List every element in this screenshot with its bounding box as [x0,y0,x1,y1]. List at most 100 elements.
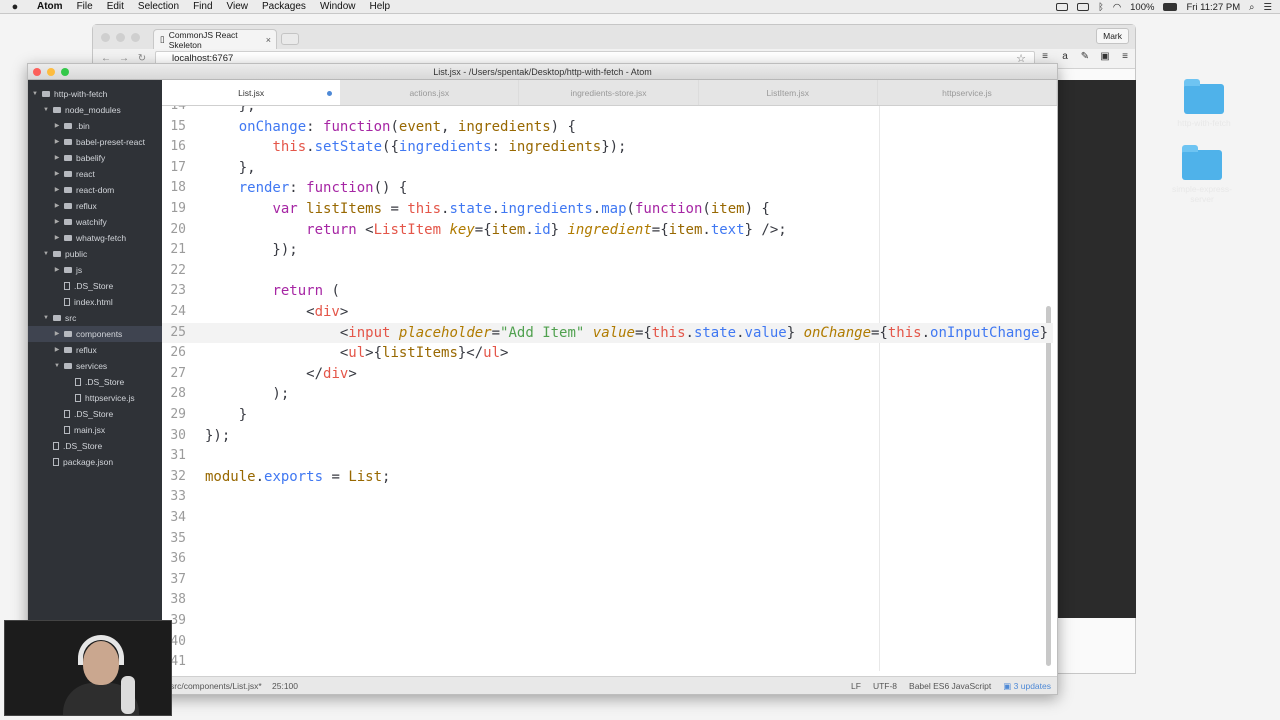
tree-item[interactable]: ▶ whatwg-fetch [28,230,162,246]
chevron-right-icon[interactable]: ▶ [54,230,60,246]
menu-find[interactable]: Find [186,1,219,12]
notification-center-icon[interactable]: ☰ [1263,2,1272,13]
chevron-right-icon[interactable]: ▶ [54,150,60,166]
wifi-icon[interactable]: ◠ [1113,2,1121,13]
menu-edit[interactable]: Edit [100,1,131,12]
buffer-extension-icon[interactable]: ≡ [1039,51,1051,63]
tree-item[interactable]: ▶ watchify [28,214,162,230]
apple-menu-icon[interactable]: ● [0,1,30,13]
tree-item[interactable]: index.html [28,294,162,310]
project-tree-view: ▼ http-with-fetch ▼ node_modules ▶ .bin ▶ babel… [28,80,162,680]
tree-item[interactable]: ▶ js [28,262,162,278]
minimize-window-icon[interactable] [47,68,55,76]
code-text: <ul>{listItems}</ul> [205,343,509,364]
bluetooth-icon[interactable]: ᛒ [1098,2,1104,13]
tree-item[interactable]: ▶ .bin [28,118,162,134]
clock[interactable]: Fri 11:27 PM [1186,2,1240,13]
chevron-right-icon[interactable]: ▶ [54,262,60,278]
tree-item[interactable]: ▶ react-dom [28,182,162,198]
new-tab-button[interactable] [281,33,299,45]
tree-item[interactable]: ▶ components [28,326,162,342]
tree-item[interactable]: ▼ public [28,246,162,262]
menu-file[interactable]: File [70,1,100,12]
status-cursor-position[interactable]: 25:100 [272,677,298,695]
zoom-window-icon[interactable] [131,33,140,42]
chevron-right-icon[interactable]: ▶ [54,342,60,358]
chevron-down-icon[interactable]: ▼ [43,310,49,326]
chevron-right-icon[interactable]: ▶ [54,182,60,198]
tree-item-label: index.html [74,297,113,307]
code-token: return [272,283,324,300]
close-window-icon[interactable] [33,68,41,76]
profile-button[interactable]: Mark [1096,28,1129,44]
code-token: >{ [365,345,383,362]
tree-item[interactable]: ▼ services [28,358,162,374]
code-token: }, [205,106,256,114]
tree-item[interactable]: ▶ babelify [28,150,162,166]
tree-item[interactable]: ▶ babel-preset-react [28,134,162,150]
ar-extension-icon[interactable]: ▣ [1099,51,1111,63]
status-line-ending[interactable]: LF [851,677,861,695]
chevron-right-icon[interactable]: ▶ [54,166,60,182]
tab-close-icon[interactable]: × [266,35,276,45]
chevron-right-icon[interactable]: ▶ [54,198,60,214]
code-token: item [710,201,745,217]
zoom-window-icon[interactable] [61,68,69,76]
menu-view[interactable]: View [220,1,256,12]
tree-item[interactable]: ▶ react [28,166,162,182]
menu-window[interactable]: Window [313,1,363,12]
display-icon[interactable] [1077,3,1090,11]
menu-help[interactable]: Help [363,1,398,12]
chevron-right-icon[interactable]: ▶ [54,214,60,230]
tree-item[interactable]: .DS_Store [28,374,162,390]
eyedropper-extension-icon[interactable]: ✎ [1079,51,1091,63]
screen-record-icon[interactable] [1056,3,1069,11]
tree-item[interactable]: ▼ src [28,310,162,326]
tree-item[interactable]: .DS_Store [28,278,162,294]
chevron-down-icon[interactable]: ▼ [43,246,49,262]
tree-item[interactable]: main.jsx [28,422,162,438]
code-line: 17 }, [162,158,1053,179]
editor-tab[interactable]: ingredients-store.jsx [519,80,699,105]
status-file-path[interactable]: src/components/List.jsx* [170,677,262,695]
tree-item[interactable]: ▶ reflux [28,198,162,214]
editor-tab[interactable]: httpservice.js [878,80,1058,105]
tree-item[interactable]: ▼ node_modules [28,102,162,118]
minimize-window-icon[interactable] [116,33,125,42]
amazon-extension-icon[interactable]: a [1059,51,1071,63]
editor-tab[interactable]: ListItem.jsx [699,80,878,105]
code-token: this [407,201,442,217]
code-token: listItems [306,201,383,217]
browser-tab[interactable]: ▯ CommonJS React Skeleton × [153,29,277,50]
menu-app[interactable]: Atom [30,1,70,12]
chevron-right-icon[interactable]: ▶ [54,326,60,342]
tree-item[interactable]: ▶ reflux [28,342,162,358]
tree-item[interactable]: .DS_Store [28,438,162,454]
close-window-icon[interactable] [101,33,110,42]
chevron-down-icon[interactable]: ▼ [32,86,38,102]
tree-item[interactable]: httpservice.js [28,390,162,406]
editor-tab[interactable]: List.jsx [162,80,341,105]
chevron-down-icon[interactable]: ▼ [54,358,60,374]
folder-icon [64,123,72,129]
menu-selection[interactable]: Selection [131,1,186,12]
status-encoding[interactable]: UTF-8 [873,677,897,695]
desktop-folder-http-with-fetch[interactable]: http-with-fetch [1166,79,1242,128]
chevron-right-icon[interactable]: ▶ [54,118,60,134]
desktop-folder-simple-express-server[interactable]: simple-express-server [1164,145,1240,204]
code-editor[interactable]: 14 },15 onChange: function(event, ingred… [162,106,1053,671]
spotlight-search-icon[interactable]: ⌕ [1249,2,1254,13]
battery-percent[interactable]: 100% [1130,2,1154,13]
chevron-right-icon[interactable]: ▶ [54,134,60,150]
tree-item[interactable]: .DS_Store [28,406,162,422]
tree-item[interactable]: ▼ http-with-fetch [28,86,162,102]
tree-item[interactable]: package.json [28,454,162,470]
editor-tab[interactable]: actions.jsx [340,80,520,105]
status-updates[interactable]: ▣ 3 updates [1003,677,1051,695]
status-grammar[interactable]: Babel ES6 JavaScript [909,677,991,695]
chevron-down-icon[interactable]: ▼ [43,102,49,118]
browser-window-controls [101,33,140,42]
menu-packages[interactable]: Packages [255,1,313,12]
chrome-menu-icon[interactable]: ≡ [1119,51,1131,63]
modified-indicator-icon[interactable] [327,91,333,96]
